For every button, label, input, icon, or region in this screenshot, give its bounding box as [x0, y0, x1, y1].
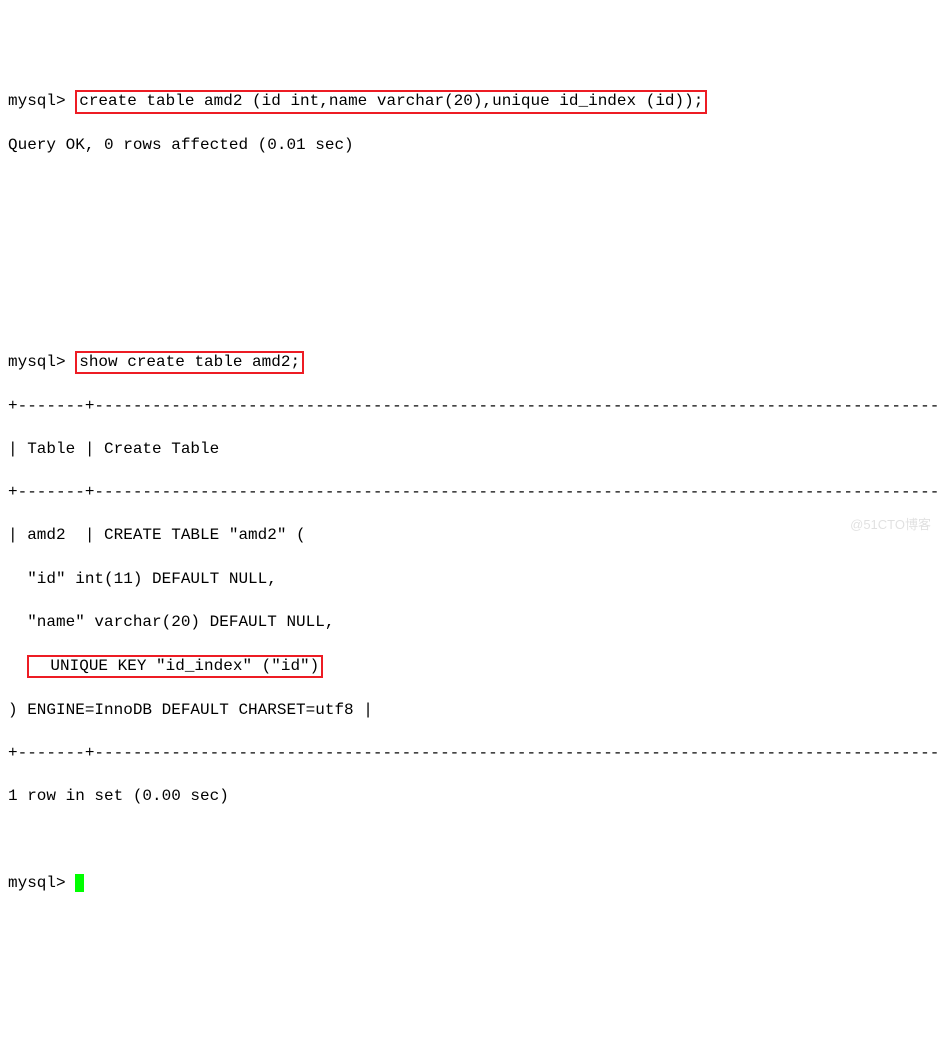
body-line-4-wrap: UNIQUE KEY "id_index" ("id")	[8, 655, 933, 678]
body-line-3: "name" varchar(20) DEFAULT NULL,	[8, 612, 933, 634]
highlighted-unique-key: UNIQUE KEY "id_index" ("id")	[27, 655, 323, 678]
mysql-prompt: mysql>	[8, 874, 66, 892]
highlighted-command-1: create table amd2 (id int,name varchar(2…	[75, 90, 707, 113]
blank-line	[8, 308, 933, 330]
body-line-2: "id" int(11) DEFAULT NULL,	[8, 569, 933, 591]
mysql-prompt: mysql>	[8, 353, 66, 371]
cursor-icon	[75, 874, 84, 892]
cmd-line-2: mysql> show create table amd2;	[8, 351, 933, 374]
mysql-prompt: mysql>	[8, 92, 66, 110]
body-line-5: ) ENGINE=InnoDB DEFAULT CHARSET=utf8 |	[8, 700, 933, 722]
blank-line	[8, 222, 933, 244]
result-line-1: Query OK, 0 rows affected (0.01 sec)	[8, 135, 933, 157]
cmd-line-1: mysql> create table amd2 (id int,name va…	[8, 90, 933, 113]
highlighted-command-2: show create table amd2;	[75, 351, 304, 374]
header-row: | Table | Create Table |	[8, 439, 933, 461]
footer-line: 1 row in set (0.00 sec)	[8, 786, 933, 808]
separator-mid: +-------+-------------------------------…	[8, 482, 933, 504]
separator-bottom: +-------+-------------------------------…	[8, 743, 933, 765]
separator-top: +-------+-------------------------------…	[8, 396, 933, 418]
prompt-line[interactable]: mysql>	[8, 873, 933, 895]
blank-line	[8, 178, 933, 200]
blank-line	[8, 265, 933, 287]
watermark-text: @51CTO博客	[850, 516, 931, 534]
blank-line	[8, 829, 933, 851]
